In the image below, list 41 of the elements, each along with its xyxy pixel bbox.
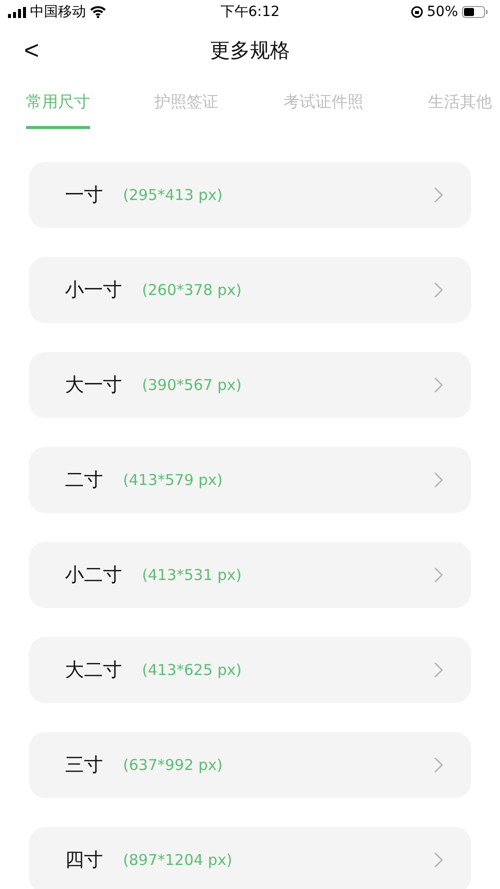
size-card[interactable]: 大二寸 (413*625 px) [29,637,471,703]
rotation-lock-icon [410,6,423,18]
size-dimensions: (260*378 px) [142,281,242,299]
chevron-icon [434,472,443,488]
size-name: 大一寸 [65,373,122,398]
chevron-icon [434,377,443,393]
chevron-icon [434,567,443,583]
status-time: 下午6:12 [220,3,280,21]
chevron-icon [434,662,443,678]
size-card[interactable]: 四寸 (897*1204 px) [29,827,471,889]
back-button[interactable]: < [18,34,46,66]
page-title: 更多规格 [210,36,290,64]
size-card[interactable]: 二寸 (413*579 px) [29,447,471,513]
size-name: 大二寸 [65,658,122,683]
size-name: 小二寸 [65,563,122,588]
size-dimensions: (390*567 px) [142,376,242,394]
battery-icon [462,6,488,18]
size-name: 四寸 [65,848,103,873]
size-dimensions: (637*992 px) [123,756,223,774]
size-card[interactable]: 小二寸 (413*531 px) [29,542,471,608]
size-name: 二寸 [65,468,103,493]
chevron-icon [434,187,443,203]
size-dimensions: (413*579 px) [123,471,223,489]
carrier-name: 中国移动 [30,3,86,21]
size-card[interactable]: 小一寸 (260*378 px) [29,257,471,323]
size-name: 一寸 [65,183,103,208]
chevron-icon [434,282,443,298]
size-name: 三寸 [65,753,103,778]
wifi-icon [90,6,106,18]
size-card[interactable]: 三寸 (637*992 px) [29,732,471,798]
size-dimensions: (295*413 px) [123,186,223,204]
size-dimensions: (413*625 px) [142,661,242,679]
battery-percent: 50% [426,4,458,20]
size-card[interactable]: 一寸 (295*413 px) [29,162,471,228]
size-dimensions: (413*531 px) [142,566,242,584]
chevron-icon [434,852,443,868]
size-name: 小一寸 [65,278,122,303]
size-dimensions: (897*1204 px) [123,851,232,869]
signal-icon [8,6,26,18]
chevron-icon [434,757,443,773]
size-card[interactable]: 大一寸 (390*567 px) [29,352,471,418]
